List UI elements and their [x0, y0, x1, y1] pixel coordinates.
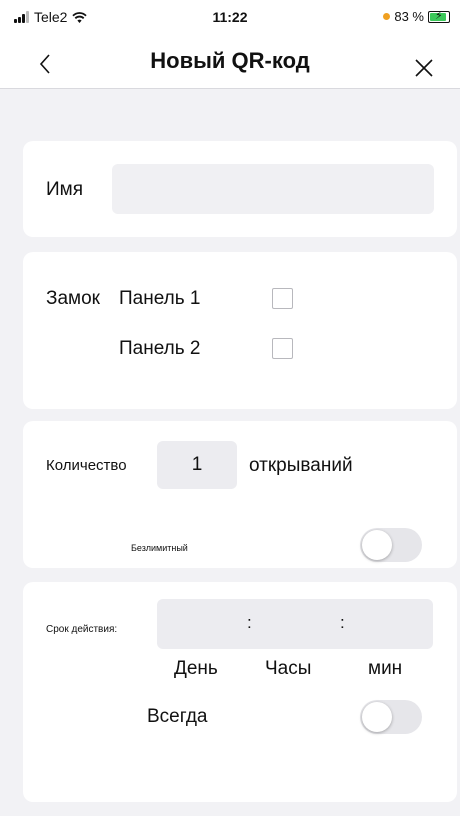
min-label: мин [368, 658, 403, 679]
day-label: День [174, 658, 218, 679]
validity-label: Срок действия: [46, 624, 118, 635]
battery-percent: 83 % [394, 9, 424, 24]
nav-bar: Новый QR-код [0, 38, 460, 89]
lock-label: Замок [46, 288, 100, 309]
validity-card: Срок действия: : : День Часы мин Всегда [23, 582, 457, 802]
validity-input[interactable]: : : [157, 599, 433, 649]
hours-label: Часы [265, 658, 312, 679]
separator-2: : [340, 613, 345, 632]
lock-card: Замок Панель 1 Панель 2 [23, 252, 457, 409]
status-bar: Tele2 11:22 83 % ⚡ [0, 0, 460, 38]
separator-1: : [247, 613, 252, 632]
count-unit: открываний [249, 455, 353, 476]
panel-1-checkbox[interactable] [272, 288, 293, 309]
status-right: 83 % ⚡ [383, 9, 450, 24]
unlimited-toggle[interactable] [360, 528, 422, 562]
battery-charging-icon: ⚡ [428, 10, 450, 23]
name-card: Имя [23, 141, 457, 237]
toggle-knob [362, 530, 392, 560]
close-button[interactable] [414, 44, 434, 86]
recording-dot-icon [383, 13, 391, 20]
toggle-knob [362, 702, 392, 732]
count-value: 1 [191, 454, 203, 475]
always-label: Всегда [147, 706, 208, 727]
name-label: Имя [46, 179, 84, 200]
always-toggle[interactable] [360, 700, 422, 734]
count-input[interactable]: 1 [157, 441, 237, 489]
count-label: Количество [46, 457, 127, 474]
count-card: Количество 1 открываний Безлимитный [23, 421, 457, 568]
unlimited-label: Безлимитный [131, 543, 188, 553]
name-input[interactable] [112, 164, 434, 214]
close-icon [415, 59, 433, 77]
panel-2-checkbox[interactable] [272, 338, 293, 359]
panel-2-label: Панель 2 [119, 338, 201, 359]
page-title: Новый QR-код [150, 48, 310, 73]
panel-1-label: Панель 1 [119, 288, 201, 309]
